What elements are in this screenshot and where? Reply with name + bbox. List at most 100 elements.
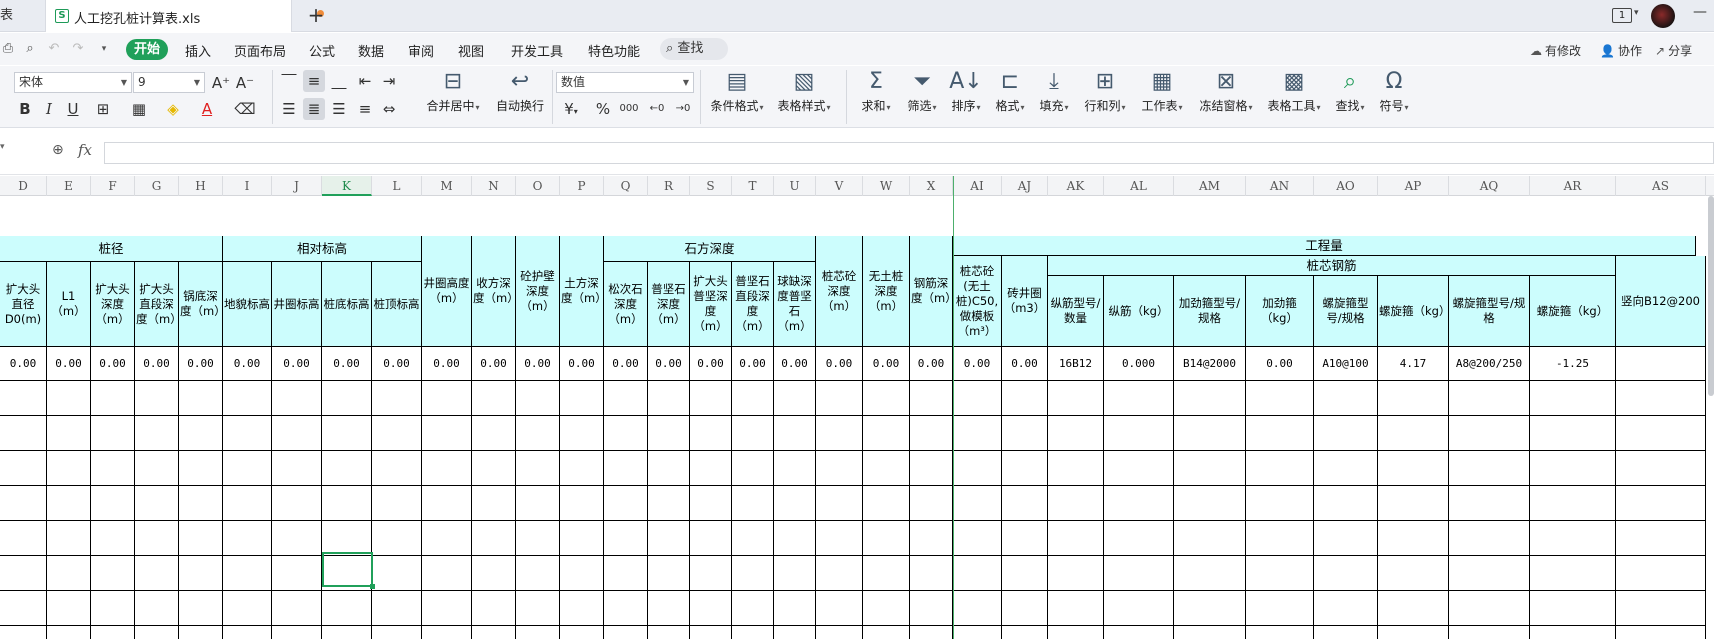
empty-cell[interactable]	[1246, 556, 1314, 591]
empty-cell[interactable]	[179, 556, 223, 591]
empty-cell[interactable]	[1530, 591, 1616, 626]
modified-status[interactable]: ☁ 有修改	[1530, 42, 1581, 59]
empty-cell[interactable]	[648, 521, 690, 556]
worksheet-button[interactable]: ▦ 工作表▾	[1138, 68, 1186, 126]
empty-cell[interactable]	[0, 416, 47, 451]
empty-cell[interactable]	[223, 521, 272, 556]
menu-developer[interactable]: 开发工具	[511, 41, 563, 60]
empty-cell[interactable]	[774, 521, 816, 556]
column-header-g[interactable]: G	[135, 176, 179, 196]
cell-ak-row1[interactable]: 16B12	[1048, 347, 1104, 381]
redo-icon[interactable]: ↷	[70, 41, 86, 57]
empty-cell[interactable]	[472, 591, 516, 626]
merge-center-button[interactable]: ⊟ 合并居中▾	[418, 68, 488, 126]
empty-cell[interactable]	[1174, 521, 1246, 556]
empty-cell[interactable]	[372, 626, 422, 639]
menu-formula[interactable]: 公式	[309, 41, 335, 60]
empty-cell[interactable]	[472, 556, 516, 591]
empty-cell[interactable]	[1530, 451, 1616, 486]
empty-cell[interactable]	[223, 626, 272, 639]
empty-cell[interactable]	[1104, 556, 1174, 591]
empty-cell[interactable]	[516, 556, 560, 591]
empty-cell[interactable]	[1378, 591, 1449, 626]
empty-cell[interactable]	[690, 486, 732, 521]
empty-cell[interactable]	[732, 556, 774, 591]
cell-m-row1[interactable]: 0.00	[422, 347, 472, 381]
empty-cell[interactable]	[604, 591, 648, 626]
column-header-d[interactable]: D	[0, 176, 47, 196]
zoom-icon[interactable]: ⊕	[52, 142, 64, 158]
table-tools-button[interactable]: ▩ 表格工具▾	[1264, 68, 1324, 126]
empty-cell[interactable]	[1104, 521, 1174, 556]
empty-cell[interactable]	[953, 591, 1002, 626]
decrease-indent-icon[interactable]: ⇤	[354, 70, 376, 92]
empty-cell[interactable]	[604, 381, 648, 416]
empty-cell[interactable]	[135, 626, 179, 639]
column-header-ap[interactable]: AP	[1378, 176, 1449, 196]
find-button[interactable]: ⌕ 查找▾	[1330, 68, 1370, 126]
cell-j-row1[interactable]: 0.00	[272, 347, 322, 381]
empty-cell[interactable]	[422, 556, 472, 591]
empty-cell[interactable]	[516, 626, 560, 639]
empty-cell[interactable]	[1104, 626, 1174, 639]
font-size-select[interactable]: 9 ▼	[133, 72, 205, 93]
cell-q-row1[interactable]: 0.00	[604, 347, 648, 381]
empty-cell[interactable]	[732, 486, 774, 521]
empty-cell[interactable]	[1246, 486, 1314, 521]
empty-cell[interactable]	[472, 486, 516, 521]
menu-data[interactable]: 数据	[358, 41, 384, 60]
empty-cell[interactable]	[322, 591, 372, 626]
cell-an-row1[interactable]: 0.00	[1246, 347, 1314, 381]
distributed-icon[interactable]: ⇔	[378, 98, 400, 120]
empty-cell[interactable]	[1449, 451, 1530, 486]
empty-cell[interactable]	[1048, 521, 1104, 556]
empty-cell[interactable]	[1616, 451, 1706, 486]
undo-icon[interactable]: ↶	[46, 41, 62, 57]
cell-r-row1[interactable]: 0.00	[648, 347, 690, 381]
justify-icon[interactable]: ≡	[354, 98, 376, 120]
empty-cell[interactable]	[1314, 451, 1378, 486]
empty-cell[interactable]	[516, 521, 560, 556]
empty-cell[interactable]	[732, 416, 774, 451]
increase-indent-icon[interactable]: ⇥	[378, 70, 400, 92]
empty-cell[interactable]	[179, 626, 223, 639]
empty-cell[interactable]	[1449, 556, 1530, 591]
empty-cell[interactable]	[135, 416, 179, 451]
empty-cell[interactable]	[648, 556, 690, 591]
empty-cell[interactable]	[135, 591, 179, 626]
empty-cell[interactable]	[372, 381, 422, 416]
empty-cell[interactable]	[1246, 451, 1314, 486]
cell-aj-row1[interactable]: 0.00	[1002, 347, 1048, 381]
collaborate-button[interactable]: 👤 协作	[1600, 42, 1642, 59]
cell-k-row1[interactable]: 0.00	[322, 347, 372, 381]
empty-cell[interactable]	[1378, 486, 1449, 521]
avatar[interactable]	[1651, 4, 1675, 28]
cell-u-row1[interactable]: 0.00	[774, 347, 816, 381]
cell-ai-row1[interactable]: 0.00	[953, 347, 1002, 381]
empty-cell[interactable]	[1104, 381, 1174, 416]
empty-cell[interactable]	[953, 381, 1002, 416]
empty-cell[interactable]	[774, 486, 816, 521]
empty-cell[interactable]	[223, 591, 272, 626]
empty-cell[interactable]	[372, 451, 422, 486]
empty-cell[interactable]	[1174, 381, 1246, 416]
empty-cell[interactable]	[1048, 486, 1104, 521]
empty-cell[interactable]	[816, 626, 863, 639]
column-header-e[interactable]: E	[47, 176, 91, 196]
menu-view[interactable]: 视图	[458, 41, 484, 60]
empty-cell[interactable]	[863, 521, 910, 556]
column-header-ar[interactable]: AR	[1530, 176, 1616, 196]
empty-cell[interactable]	[372, 591, 422, 626]
empty-cell[interactable]	[1246, 416, 1314, 451]
empty-cell[interactable]	[816, 486, 863, 521]
page-count-icon[interactable]: 1	[1612, 8, 1632, 23]
empty-cell[interactable]	[422, 416, 472, 451]
cell-style-icon[interactable]: ▦	[128, 98, 150, 120]
empty-cell[interactable]	[472, 626, 516, 639]
empty-cell[interactable]	[816, 521, 863, 556]
empty-cell[interactable]	[272, 451, 322, 486]
fill-handle[interactable]	[370, 584, 375, 589]
empty-cell[interactable]	[1378, 381, 1449, 416]
empty-cell[interactable]	[1530, 486, 1616, 521]
empty-cell[interactable]	[1378, 451, 1449, 486]
